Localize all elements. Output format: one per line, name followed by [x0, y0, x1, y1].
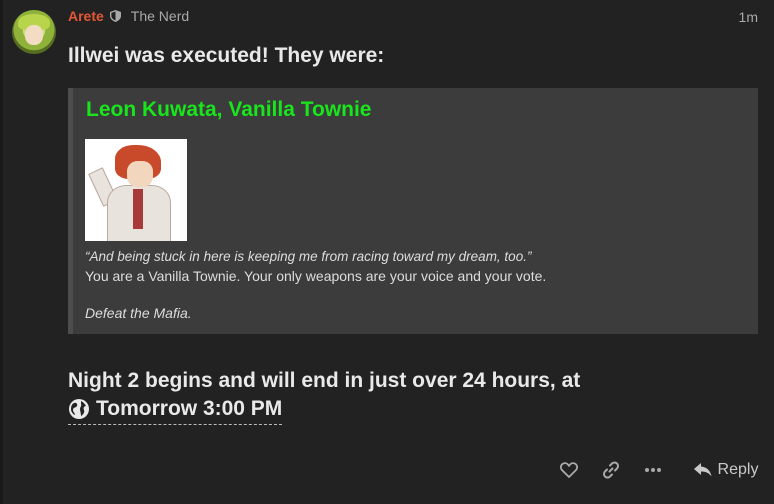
link-icon: [602, 461, 620, 479]
shield-icon: [109, 10, 121, 22]
avatar[interactable]: [12, 10, 56, 54]
character-image[interactable]: [85, 139, 187, 241]
like-button[interactable]: [556, 458, 582, 482]
role-card: Leon Kuwata, Vanilla Townie “And being s…: [68, 88, 758, 334]
avatar-face: [25, 25, 43, 45]
post-headline: Illwei was executed! They were:: [68, 44, 385, 67]
reply-button[interactable]: Reply: [690, 458, 762, 482]
username[interactable]: Arete: [68, 8, 104, 24]
reply-icon: [693, 463, 712, 477]
copy-link-button[interactable]: [598, 458, 624, 482]
local-time-link[interactable]: Tomorrow 3:00 PM: [68, 395, 283, 425]
reply-label: Reply: [717, 461, 759, 478]
post-timestamp[interactable]: 1m: [739, 9, 758, 25]
role-quote: “And being stuck in here is keeping me f…: [85, 249, 532, 264]
user-title: The Nerd: [130, 8, 190, 24]
night-announcement: Night 2 begins and will end in just over…: [68, 367, 580, 428]
ellipsis-icon: [645, 468, 661, 472]
role-description: You are a Vanilla Townie. Your only weap…: [85, 268, 547, 284]
left-border: [0, 0, 3, 504]
character-tie: [133, 189, 143, 229]
role-name: Leon Kuwata, Vanilla Townie: [86, 98, 372, 121]
role-goal: Defeat the Mafia.: [85, 305, 192, 321]
post-header: Arete The Nerd: [68, 8, 189, 24]
local-time: Tomorrow 3:00 PM: [96, 397, 283, 420]
night-line: Night 2 begins and will end in just over…: [68, 369, 581, 392]
heart-icon: [560, 462, 578, 478]
character-face: [127, 161, 153, 187]
globe-icon: [69, 399, 89, 419]
more-actions-button[interactable]: [640, 458, 666, 482]
